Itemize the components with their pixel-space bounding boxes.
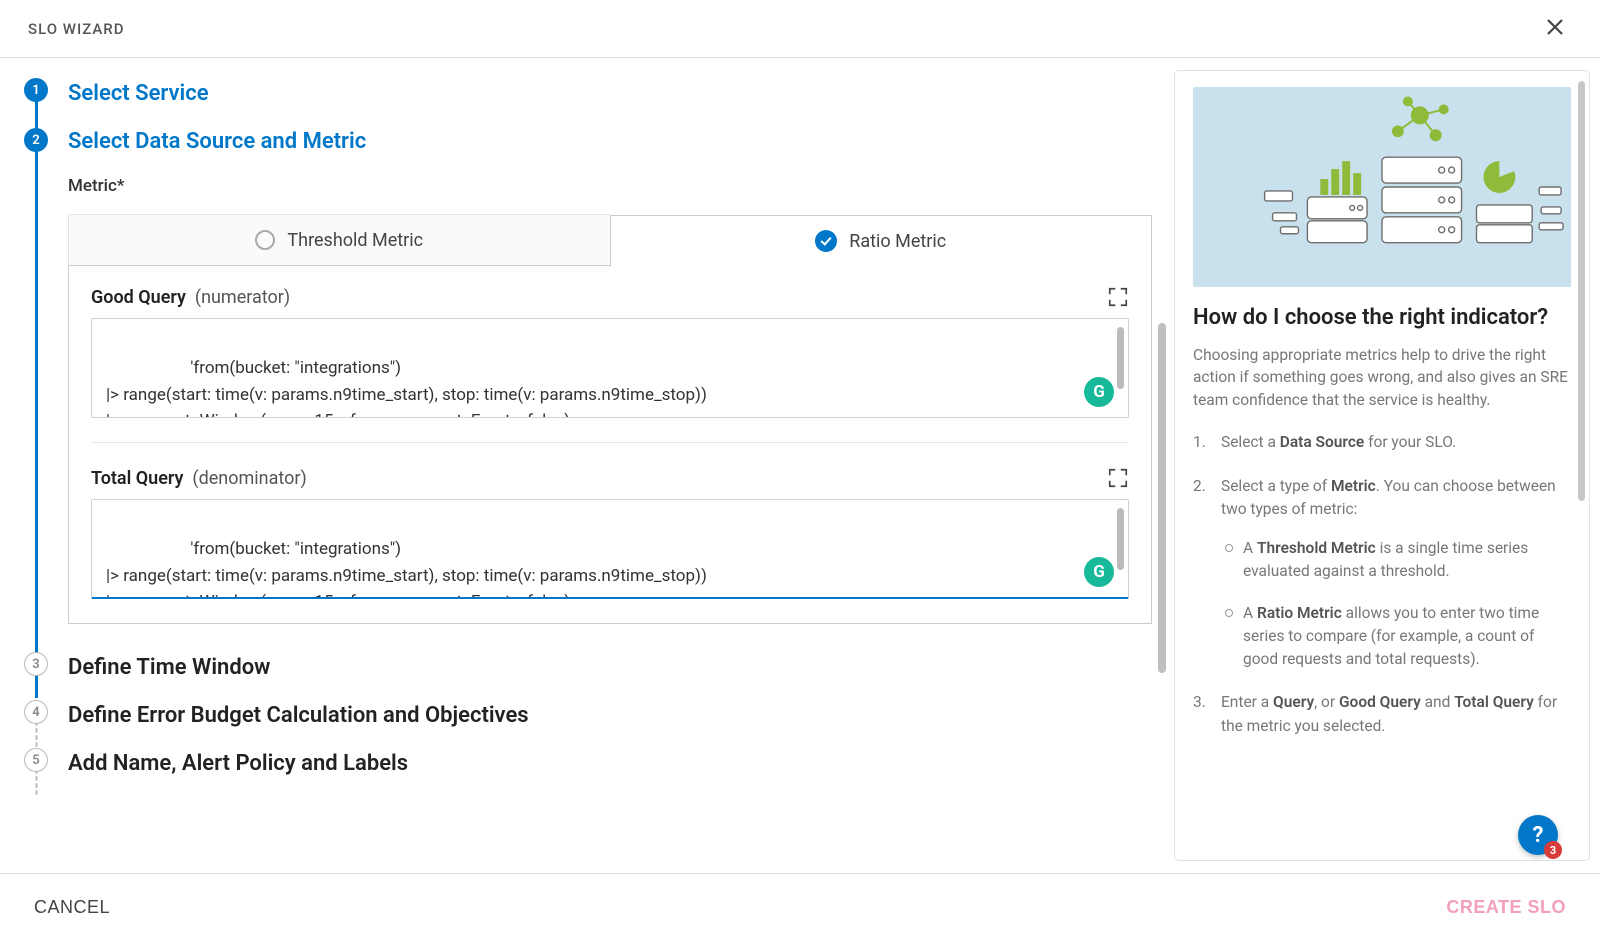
tab-threshold-label: Threshold Metric: [287, 230, 423, 251]
scrollbar-thumb[interactable]: [1158, 323, 1166, 673]
close-icon: [1546, 16, 1564, 41]
step-3-badge: 3: [24, 652, 48, 676]
help-heading: How do I choose the right indicator?: [1193, 305, 1571, 330]
scrollbar-thumb[interactable]: [1117, 327, 1124, 389]
step-1-title[interactable]: Select Service: [68, 78, 209, 106]
expand-icon: [1107, 286, 1129, 308]
help-intro: Choosing appropriate metrics help to dri…: [1193, 344, 1571, 411]
help-step-2a: A Threshold Metric is a single time seri…: [1221, 537, 1571, 584]
create-slo-button[interactable]: CREATE SLO: [1446, 897, 1566, 918]
step-4-title[interactable]: Define Error Budget Calculation and Obje…: [68, 700, 529, 728]
total-query-title: Total Query (denominator): [91, 468, 307, 489]
grammarly-icon[interactable]: G: [1084, 557, 1114, 587]
step-3-title[interactable]: Define Time Window: [68, 652, 270, 680]
step-4-badge: 4: [24, 700, 48, 724]
good-query-title: Good Query (numerator): [91, 287, 290, 308]
metric-label: Metric*: [68, 176, 1152, 196]
expand-total-query-button[interactable]: [1107, 467, 1129, 489]
tab-ratio-metric[interactable]: Ratio Metric: [610, 215, 1153, 266]
step-5-title[interactable]: Add Name, Alert Policy and Labels: [68, 748, 408, 776]
grammarly-icon[interactable]: G: [1084, 377, 1114, 407]
help-step-2b: A Ratio Metric allows you to enter two t…: [1221, 602, 1571, 672]
total-query-input[interactable]: 'from(bucket: "integrations") |> range(s…: [91, 499, 1129, 599]
help-fab-button[interactable]: ? 3: [1518, 815, 1558, 855]
expand-good-query-button[interactable]: [1107, 286, 1129, 308]
help-illustration: [1193, 87, 1571, 287]
help-step-2: Select a type of Metric. You can choose …: [1193, 475, 1571, 672]
cancel-button[interactable]: CANCEL: [34, 897, 110, 918]
help-panel: How do I choose the right indicator? Cho…: [1174, 70, 1590, 861]
step-2-title[interactable]: Select Data Source and Metric: [68, 129, 1152, 154]
help-step-1: Select a Data Source for your SLO.: [1193, 431, 1571, 454]
help-step-3: Enter a Query, or Good Query and Total Q…: [1193, 691, 1571, 738]
tab-threshold-metric[interactable]: Threshold Metric: [68, 214, 610, 265]
radio-on-icon: [815, 230, 837, 252]
step-2-badge: 2: [24, 128, 48, 152]
good-query-input[interactable]: 'from(bucket: "integrations") |> range(s…: [91, 318, 1129, 418]
step-5-badge: 5: [24, 748, 48, 772]
wizard-title: SLO WIZARD: [28, 20, 125, 38]
step-1-badge: 1: [24, 78, 48, 102]
scrollbar-thumb[interactable]: [1117, 508, 1124, 570]
close-button[interactable]: [1538, 12, 1572, 46]
scrollbar-thumb[interactable]: [1578, 81, 1585, 501]
divider: [91, 442, 1129, 443]
expand-icon: [1107, 467, 1129, 489]
notification-badge: 3: [1544, 841, 1562, 859]
tab-ratio-label: Ratio Metric: [849, 231, 946, 252]
question-icon: ?: [1533, 823, 1544, 848]
radio-off-icon: [255, 230, 275, 250]
